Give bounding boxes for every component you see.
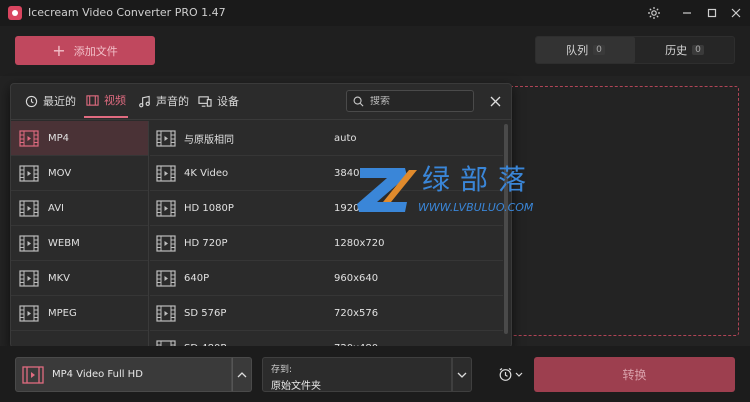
schedule-button[interactable]: [498, 364, 526, 384]
format-item-mkv[interactable]: MKV: [11, 261, 148, 296]
search-input[interactable]: [370, 95, 466, 107]
profile-expand-button[interactable]: [232, 357, 252, 392]
film-icon: [156, 129, 176, 147]
film-icon: [19, 199, 39, 217]
chevron-down-icon: [515, 372, 523, 377]
film-icon: [156, 164, 176, 182]
format-item-mp4[interactable]: MP4: [11, 121, 148, 156]
add-file-label: 添加文件: [73, 44, 118, 58]
output-profile-button[interactable]: MP4 Video Full HD: [15, 357, 232, 392]
film-icon: [156, 269, 176, 287]
add-file-button[interactable]: + 添加文件: [15, 36, 155, 65]
format-label: MP4: [48, 132, 70, 144]
format-item-mov[interactable]: MOV: [11, 156, 148, 191]
tab-video[interactable]: 视频: [84, 84, 128, 118]
film-icon: [19, 304, 39, 322]
preset-row[interactable]: 与原版相同 auto: [150, 121, 503, 156]
gear-icon[interactable]: [643, 2, 665, 24]
format-label: AVI: [48, 202, 64, 214]
preset-row[interactable]: 640P 960x640: [150, 261, 503, 296]
save-location-select[interactable]: 存到: 原始文件夹: [262, 357, 452, 392]
preset-name: HD 720P: [184, 237, 228, 249]
format-label: MOV: [48, 167, 72, 179]
preset-row[interactable]: HD 720P 1280x720: [150, 226, 503, 261]
tab-devices[interactable]: 设备: [198, 84, 239, 118]
queue-count-badge: 0: [593, 45, 605, 55]
format-label: MKV: [48, 272, 71, 284]
output-profile-label: MP4 Video Full HD: [52, 369, 143, 380]
tab-recent[interactable]: 最近的: [25, 84, 76, 118]
preset-name: 与原版相同: [184, 134, 234, 146]
preset-resolution: auto: [334, 132, 357, 144]
format-item-webm[interactable]: WEBM: [11, 226, 148, 261]
chevron-up-icon: [237, 371, 247, 377]
tab-queue[interactable]: 队列 0: [536, 37, 635, 63]
minimize-icon[interactable]: [676, 2, 698, 24]
film-icon: [156, 234, 176, 252]
preset-row[interactable]: SD 576P 720x576: [150, 296, 503, 331]
preset-scrollbar[interactable]: [504, 124, 508, 334]
watermark-url: WWW.LVBULUO.COM: [418, 201, 534, 214]
preset-resolution: 960x640: [334, 272, 379, 284]
film-icon: [22, 365, 44, 384]
maximize-icon[interactable]: [701, 2, 723, 24]
film-icon: [19, 129, 39, 147]
close-icon[interactable]: [725, 2, 747, 24]
preset-name: HD 1080P: [184, 202, 234, 214]
convert-button[interactable]: 转换: [534, 357, 735, 392]
film-icon: [156, 304, 176, 322]
history-icon: [25, 95, 38, 107]
film-icon: [19, 164, 39, 182]
plus-icon: +: [52, 40, 66, 60]
chevron-down-icon: [457, 372, 467, 378]
film-icon: [156, 199, 176, 217]
preset-name: 640P: [184, 272, 210, 284]
format-label: MPEG: [48, 307, 77, 319]
format-item-mpeg[interactable]: MPEG: [11, 296, 148, 331]
film-icon: [19, 234, 39, 252]
history-count-badge: 0: [692, 45, 704, 55]
preset-name: SD 576P: [184, 307, 227, 319]
convert-label: 转换: [622, 368, 647, 382]
window-title: Icecream Video Converter PRO 1.47: [28, 6, 226, 19]
format-item-avi[interactable]: AVI: [11, 191, 148, 226]
preset-name: 4K Video: [184, 167, 229, 179]
format-tabs: 最近的 视频 声音的 设备: [11, 84, 511, 120]
watermark-text: 绿部落: [422, 163, 537, 196]
tab-history[interactable]: 历史 0: [635, 37, 734, 63]
search-icon: [353, 96, 364, 106]
save-to-value: 原始文件夹: [271, 381, 321, 392]
film-icon: [19, 269, 39, 287]
search-box[interactable]: [346, 90, 474, 112]
app-logo-icon: [8, 6, 22, 20]
panel-close-icon[interactable]: [486, 92, 504, 110]
preset-resolution: 1280x720: [334, 237, 385, 249]
save-to-label: 存到:: [271, 365, 293, 375]
tab-audio[interactable]: 声音的: [138, 84, 189, 118]
film-icon: [86, 94, 99, 106]
title-bar: Icecream Video Converter PRO 1.47: [0, 0, 750, 26]
devices-icon: [198, 95, 212, 107]
music-icon: [139, 95, 150, 107]
save-location-dropdown[interactable]: [452, 357, 472, 392]
alarm-clock-icon: [499, 367, 512, 381]
preset-list: 与原版相同auto4K Video3840x2160HD 1080P1920x1…: [150, 121, 503, 347]
format-list: MP4 MOV AVI WEBM MKV MPEG: [11, 121, 149, 347]
queue-history-tabs: 队列 0 历史 0: [535, 36, 735, 64]
preset-resolution: 720x576: [334, 307, 379, 319]
format-label: WEBM: [48, 237, 80, 249]
